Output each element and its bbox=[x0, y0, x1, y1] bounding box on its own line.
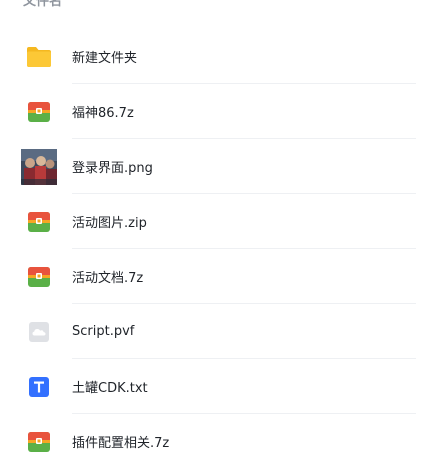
file-name: 新建文件夹 bbox=[72, 51, 138, 66]
file-row-folder[interactable]: 新建文件夹 bbox=[0, 29, 422, 84]
file-row-image[interactable]: 登录界面.png bbox=[0, 139, 422, 194]
text-file-icon bbox=[21, 369, 57, 405]
file-name: Script.pvf bbox=[72, 324, 135, 339]
cloud-file-icon bbox=[21, 314, 57, 350]
file-row-text[interactable]: 土罐CDK.txt bbox=[0, 359, 422, 414]
file-row-archive[interactable]: 福神86.7z bbox=[0, 84, 422, 139]
file-row-archive[interactable]: 插件配置相关.7z bbox=[0, 414, 422, 469]
image-thumbnail bbox=[21, 148, 57, 185]
archive-icon bbox=[21, 259, 57, 295]
archive-icon bbox=[21, 204, 57, 240]
file-row-archive[interactable]: 活动文档.7z bbox=[0, 249, 422, 304]
file-row-unknown[interactable]: Script.pvf bbox=[0, 304, 422, 359]
folder-icon bbox=[21, 39, 57, 75]
file-name: 登录界面.png bbox=[72, 161, 153, 176]
file-name: 土罐CDK.txt bbox=[72, 381, 148, 396]
archive-icon bbox=[21, 424, 57, 460]
file-row-archive[interactable]: 活动图片.zip bbox=[0, 194, 422, 249]
file-name: 福神86.7z bbox=[72, 106, 134, 121]
file-name: 插件配置相关.7z bbox=[72, 436, 170, 451]
file-name: 活动图片.zip bbox=[72, 216, 147, 231]
file-name: 活动文档.7z bbox=[72, 271, 144, 286]
archive-icon bbox=[21, 94, 57, 130]
file-list: 新建文件夹 福神86.7z 登录界面.png 活动图片.zip 活动文档.7z … bbox=[0, 29, 422, 469]
column-header-filename[interactable]: 文件名 bbox=[23, 0, 62, 10]
